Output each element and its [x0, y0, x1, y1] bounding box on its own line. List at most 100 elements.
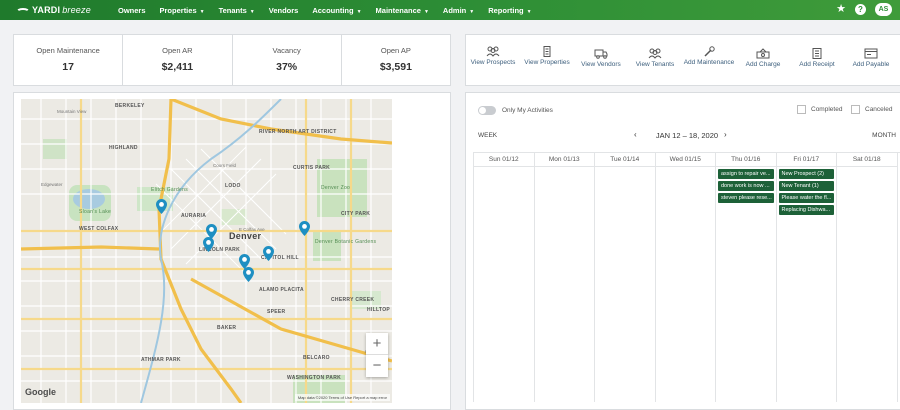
map-label: CITY PARK	[341, 211, 371, 217]
day-column[interactable]: Thu 01/16 assign to repair ve... done work…	[716, 153, 777, 402]
view-tenants-button[interactable]: View Tenants	[628, 35, 682, 85]
map-label: Sloan's Lake	[79, 209, 112, 215]
nav-item-properties[interactable]: Properties ▼	[160, 6, 205, 15]
canceled-label: Canceled	[865, 106, 893, 113]
map-label: Mountain View	[57, 109, 87, 114]
next-week-button[interactable]: ›	[724, 130, 727, 139]
yardi-breeze-logo[interactable]: YARDI breeze	[16, 5, 112, 15]
only-my-activities-toggle[interactable]	[478, 106, 496, 115]
stat-vacancy[interactable]: Vacancy 37%	[233, 35, 342, 85]
view-vendors-button[interactable]: View Vendors	[574, 35, 628, 85]
map-label: SPEER	[267, 309, 286, 315]
nav-item-owners[interactable]: Owners	[118, 6, 146, 15]
calendar-event[interactable]: done work is now ...	[718, 181, 774, 191]
star-icon[interactable]: ★	[836, 2, 846, 16]
view-prospects-button[interactable]: View Prospects	[466, 35, 520, 85]
map-label: AURARIA	[181, 213, 207, 219]
chevron-down-icon: ▼	[249, 8, 255, 15]
nav-item-tenants[interactable]: Tenants ▼	[219, 6, 255, 15]
summary-stats-card: Open Maintenance 17 Open AR $2,411 Vacancy 37…	[13, 34, 451, 86]
day-header: Sat 01/18	[837, 153, 897, 167]
calendar-event[interactable]: Replacing Dishwa...	[778, 205, 834, 215]
chevron-down-icon: ▼	[423, 8, 429, 15]
map-label: ALAMO PLACITA	[259, 287, 304, 293]
add-receipt-button[interactable]: Add Receipt	[790, 35, 844, 85]
property-pin-icon[interactable]	[299, 221, 310, 236]
day-column[interactable]: Sat 01/18	[837, 153, 898, 402]
stat-open-ap[interactable]: Open AP $3,591	[342, 35, 450, 85]
map-label: BERKELEY	[115, 103, 145, 109]
completed-checkbox[interactable]	[797, 105, 806, 114]
people-icon	[648, 46, 662, 59]
nav-item-label: Tenants	[218, 5, 247, 15]
zoom-out-button[interactable]: −	[366, 355, 388, 377]
completed-filter: Completed	[797, 105, 842, 114]
property-pin-icon[interactable]	[156, 199, 167, 214]
quick-actions-card: View Prospects View Properties View Vendor…	[465, 34, 900, 86]
map-label: Denver	[229, 231, 262, 241]
add-payable-button[interactable]: Add Payable	[844, 35, 898, 85]
nav-item-vendors[interactable]: Vendors	[269, 6, 299, 15]
user-avatar[interactable]: AS	[875, 2, 892, 16]
stat-open-maintenance[interactable]: Open Maintenance 17	[14, 35, 124, 85]
nav-item-accounting[interactable]: Accounting ▼	[312, 6, 361, 15]
google-logo[interactable]: Google	[25, 387, 56, 397]
map-attribution[interactable]: Map data ©2020 Terms of Use Report a map…	[294, 394, 390, 401]
property-pin-icon[interactable]	[203, 237, 214, 252]
day-column[interactable]: Tue 01/14	[595, 153, 656, 402]
stat-label: Open AR	[162, 46, 193, 55]
nav-item-label: Admin	[442, 5, 467, 15]
stat-value: 37%	[276, 61, 298, 73]
nav-item-reporting[interactable]: Reporting ▼	[488, 6, 531, 15]
stat-label: Open Maintenance	[36, 46, 100, 55]
calendar-event[interactable]: New Prospect (2)	[778, 169, 834, 179]
main-menu: Owners Properties ▼ Tenants ▼ Vendors Accounti…	[118, 6, 546, 15]
map-label: E Colfax Ave	[239, 227, 265, 232]
view-properties-button[interactable]: View Properties	[520, 35, 574, 85]
day-column[interactable]: Mon 01/13	[534, 153, 595, 402]
money-icon	[756, 46, 770, 59]
activity-calendar-card: Only My Activities Completed Canceled WE…	[465, 92, 900, 410]
map-label: Elitch Gardens	[151, 187, 188, 193]
map-label: CURTIS PARK	[293, 165, 331, 171]
add-charge-button[interactable]: Add Charge	[736, 35, 790, 85]
property-map-card: BERKELEY Mountain View HIGHLAND RIVER NORTH…	[13, 92, 451, 410]
calendar-header: WEEK JAN 12 – 18, 2020 ‹ › MONTH	[478, 130, 896, 143]
property-map[interactable]: BERKELEY Mountain View HIGHLAND RIVER NORTH…	[21, 99, 392, 403]
payable-icon	[864, 46, 878, 59]
month-view-button[interactable]: MONTH	[872, 132, 896, 139]
property-pin-icon[interactable]	[263, 246, 274, 261]
chevron-down-icon: ▼	[199, 8, 205, 15]
day-column[interactable]: Sun 01/12	[474, 153, 535, 402]
calendar-event[interactable]: steven please rese...	[718, 193, 774, 203]
top-navigation-bar: YARDI breeze Owners Properties ▼ Tenants ▼ Ve…	[0, 0, 900, 20]
stat-open-ar[interactable]: Open AR $2,411	[123, 35, 233, 85]
calendar-event[interactable]: assign to repair ve...	[718, 169, 774, 179]
nav-item-label: Properties	[159, 5, 197, 15]
previous-week-button[interactable]: ‹	[634, 130, 637, 139]
nav-item-admin[interactable]: Admin ▼	[443, 6, 474, 15]
day-column[interactable]: Fri 01/17 New Prospect (2) New Tenant (1) P…	[776, 153, 837, 402]
help-icon[interactable]: ?	[855, 3, 866, 15]
map-label: BELCARO	[303, 355, 330, 361]
nav-item-label: Vendors	[268, 5, 299, 15]
nav-item-maintenance[interactable]: Maintenance ▼	[376, 6, 429, 15]
nav-item-label: Accounting	[312, 5, 354, 15]
map-label: Coors Field	[213, 163, 237, 168]
day-header: Wed 01/15	[655, 153, 715, 167]
zoom-in-button[interactable]: +	[366, 333, 388, 355]
nav-item-label: Maintenance	[375, 5, 421, 15]
stat-value: $2,411	[161, 61, 194, 73]
canceled-checkbox[interactable]	[851, 105, 860, 114]
property-pin-icon[interactable]	[243, 267, 254, 282]
map-label: LODO	[225, 183, 241, 189]
date-range: JAN 12 – 18, 2020	[655, 131, 719, 140]
add-maintenance-button[interactable]: Add Maintenance	[682, 35, 736, 85]
canceled-filter: Canceled	[851, 105, 892, 114]
calendar-event[interactable]: New Tenant (1)	[778, 181, 834, 191]
calendar-event[interactable]: Please water the fl...	[778, 193, 834, 203]
day-column[interactable]: Wed 01/15	[655, 153, 716, 402]
only-my-activities-row: Only My Activities	[478, 106, 553, 115]
week-grid: Sun 01/12 Mon 01/13 Tue 01/14 Wed 01/15 Thu …	[473, 152, 900, 402]
brand-name: YARDI	[32, 5, 61, 15]
